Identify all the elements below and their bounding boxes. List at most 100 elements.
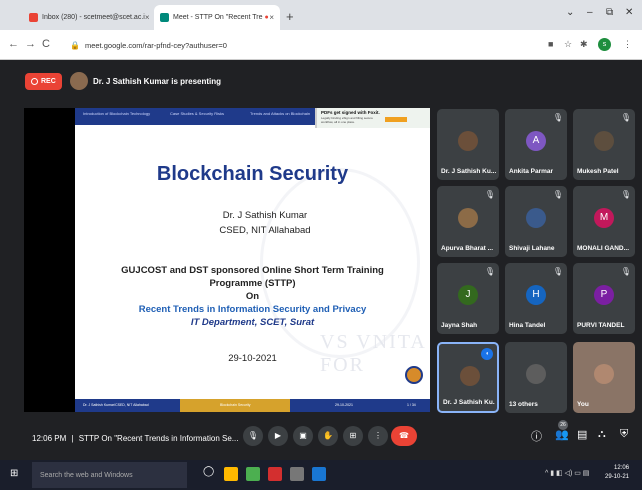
participant-tile[interactable]: ◖ Dr. J Sathish Ku... bbox=[437, 342, 499, 413]
watermark-seal bbox=[260, 168, 420, 358]
info-icon[interactable]: ⓘ bbox=[531, 428, 542, 444]
address-bar-row: ← → C 🔒 meet.google.com/rar-pfnd-cey?aut… bbox=[0, 30, 642, 60]
present-button[interactable]: ⊞ bbox=[343, 426, 363, 446]
paint-icon[interactable] bbox=[290, 467, 304, 481]
tab-gmail[interactable]: Inbox (280) - scetmeet@scet.ac.i × bbox=[23, 5, 153, 30]
presentation-slide: Introduction of Blockchain Technology Ca… bbox=[75, 108, 430, 412]
gmail-icon bbox=[29, 13, 38, 22]
microphone-button[interactable]: 🎙 bbox=[243, 426, 263, 446]
mic-off-icon: 🎙 bbox=[484, 267, 495, 276]
star-icon[interactable]: ☆ bbox=[564, 39, 572, 50]
presenting-status: Dr. J Sathish Kumar is presenting bbox=[93, 77, 222, 86]
tab-search-icon[interactable]: ⌄ bbox=[566, 7, 574, 18]
program-line: GUJCOST and DST sponsored Online Short T… bbox=[121, 265, 384, 276]
participant-avatar bbox=[594, 131, 614, 151]
tab-label: Inbox (280) - scetmeet@scet.ac.i bbox=[42, 14, 145, 21]
task-view-icon[interactable]: ◯ bbox=[203, 466, 214, 477]
menu-icon[interactable]: ⋮ bbox=[623, 39, 632, 50]
participant-name: Mukesh Patel bbox=[577, 168, 619, 175]
participant-name: Apurva Bharat ... bbox=[441, 245, 494, 252]
ad-button[interactable] bbox=[385, 117, 407, 122]
participant-tile[interactable]: P 🎙 PURVI TANDEL bbox=[573, 263, 635, 334]
meet-icon bbox=[160, 13, 169, 22]
meeting-title: STTP On "Recent Trends in Information Se… bbox=[78, 434, 239, 443]
system-tray-icons[interactable]: ^ ▮ ◧ ◁) ▭ ▤ bbox=[545, 469, 589, 477]
ad-subtitle: Legally binding eSign and filling secure… bbox=[321, 116, 373, 124]
participant-tile[interactable]: 🎙 Apurva Bharat ... bbox=[437, 186, 499, 257]
ad-banner[interactable]: PDFs get signed with Foxit. Legally bind… bbox=[315, 108, 430, 128]
url-field[interactable]: 🔒 meet.google.com/rar-pfnd-cey?authuser=… bbox=[70, 35, 540, 55]
participant-tile[interactable]: You bbox=[573, 342, 635, 413]
chrome-icon[interactable] bbox=[246, 467, 260, 481]
participant-tile[interactable]: 🎙 Shivaji Lahane bbox=[505, 186, 567, 257]
slide-nav-item: Introduction of Blockchain Technology bbox=[83, 111, 151, 116]
participant-tile[interactable]: Dr. J Sathish Ku... bbox=[437, 109, 499, 180]
new-tab-button[interactable]: + bbox=[286, 9, 294, 24]
participant-tile[interactable]: H 🎙 Hina Tandel bbox=[505, 263, 567, 334]
taskbar-search[interactable]: Search the web and Windows bbox=[32, 462, 187, 488]
participant-avatar: M bbox=[594, 208, 614, 228]
participant-name: MONALI GAND... bbox=[577, 245, 629, 252]
people-icon[interactable]: 👥 bbox=[555, 428, 569, 441]
presenter-avatar bbox=[70, 72, 88, 90]
footer-author: Dr. J Sathish Kumar/CSED, NIT Allahabad bbox=[83, 403, 149, 407]
participant-avatar: H bbox=[526, 285, 546, 305]
speaking-icon: ◖ bbox=[481, 348, 493, 360]
participant-tile[interactable]: J 🎙 Jayna Shah bbox=[437, 263, 499, 334]
participant-tile[interactable]: 13 others bbox=[505, 342, 567, 413]
tab-meet[interactable]: Meet - STTP On "Recent Tre ● × bbox=[154, 5, 280, 30]
slide-footer: Dr. J Sathish Kumar/CSED, NIT Allahabad … bbox=[75, 399, 430, 412]
camera-button[interactable]: ▶ bbox=[268, 426, 288, 446]
mic-off-icon: 🎙 bbox=[620, 113, 631, 122]
url-text: meet.google.com/rar-pfnd-cey?authuser=0 bbox=[84, 40, 227, 50]
record-icon bbox=[31, 78, 38, 85]
participant-name: Hina Tandel bbox=[509, 322, 546, 329]
tab-close-icon[interactable]: × bbox=[269, 13, 274, 22]
profile-avatar[interactable]: s bbox=[598, 38, 611, 51]
extensions-icon[interactable]: ✱ bbox=[580, 39, 588, 50]
file-explorer-icon[interactable] bbox=[224, 467, 238, 481]
pdf-reader-icon[interactable] bbox=[268, 467, 282, 481]
participant-tile[interactable]: A 🎙 Ankita Parmar bbox=[505, 109, 567, 180]
program-line: On bbox=[245, 291, 260, 302]
mic-off-icon: 🎙 bbox=[552, 113, 563, 122]
participant-name: 13 others bbox=[509, 401, 538, 408]
captions-button[interactable]: ▣ bbox=[293, 426, 313, 446]
slide-nav-item: Case Studies & Security Risks bbox=[170, 111, 225, 116]
participant-tile[interactable]: M 🎙 MONALI GAND... bbox=[573, 186, 635, 257]
back-icon[interactable]: ← bbox=[8, 38, 19, 50]
program-dept: IT Department, SCET, Surat bbox=[190, 317, 315, 328]
minimize-button[interactable]: – bbox=[587, 7, 593, 18]
camera-icon[interactable]: ■ bbox=[548, 39, 553, 49]
participant-name: Ankita Parmar bbox=[509, 168, 554, 175]
rec-label: REC bbox=[41, 78, 56, 85]
mic-off-icon: 🎙 bbox=[552, 267, 563, 276]
speaker-name: Dr. J Sathish Kumar bbox=[222, 210, 308, 221]
forward-icon[interactable]: → bbox=[25, 38, 36, 50]
participant-name: Dr. J Sathish Ku... bbox=[443, 399, 495, 406]
taskbar-clock[interactable]: 12:06 29-10-21 bbox=[605, 464, 629, 482]
participant-tile[interactable]: 🎙 Mukesh Patel bbox=[573, 109, 635, 180]
clock-date: 29-10-21 bbox=[605, 474, 630, 480]
maximize-button[interactable]: ⧉ bbox=[606, 7, 613, 18]
footer-date: 29-10-2021 bbox=[335, 403, 353, 407]
reload-icon[interactable]: C bbox=[42, 38, 50, 50]
participant-avatar bbox=[458, 131, 478, 151]
slide-title: Blockchain Security bbox=[156, 163, 349, 185]
windows-start-icon[interactable]: ⊞ bbox=[10, 468, 18, 479]
activities-icon[interactable]: ⛬ bbox=[598, 428, 606, 441]
participant-avatar bbox=[526, 208, 546, 228]
tab-close-icon[interactable]: × bbox=[145, 13, 150, 22]
close-window-button[interactable]: ✕ bbox=[625, 7, 633, 18]
raise-hand-button[interactable]: ✋ bbox=[318, 426, 338, 446]
mic-off-icon: 🎙 bbox=[620, 190, 631, 199]
more-options-button[interactable]: ⋮ bbox=[368, 426, 388, 446]
host-controls-icon[interactable]: ⛨ bbox=[620, 428, 628, 441]
recording-badge: REC bbox=[25, 73, 62, 90]
participant-avatar bbox=[460, 366, 480, 386]
end-call-button[interactable]: ☎ bbox=[391, 426, 417, 446]
chat-icon[interactable]: ▤ bbox=[577, 428, 587, 441]
program-topic: Recent Trends in Information Security an… bbox=[138, 304, 367, 315]
recording-dot-icon: ● bbox=[264, 14, 269, 21]
app-icon[interactable] bbox=[312, 467, 326, 481]
